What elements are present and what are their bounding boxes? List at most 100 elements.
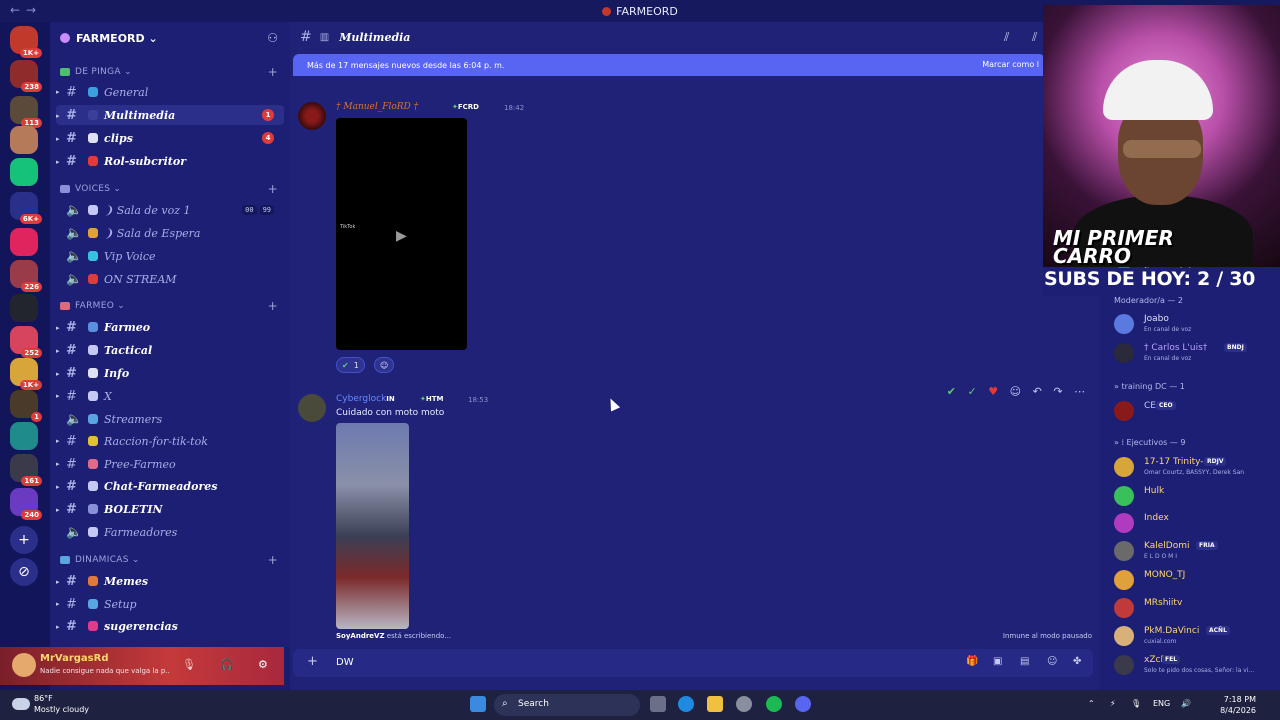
image-attachment[interactable]: [336, 423, 409, 629]
channel-item[interactable]: ▸ # Memes: [56, 571, 284, 591]
message-author[interactable]: CyberglockIN: [336, 394, 395, 404]
gif-icon[interactable]: ▣: [993, 656, 1002, 667]
server-icon[interactable]: [10, 158, 38, 186]
add-reaction-button[interactable]: ☺: [374, 357, 395, 373]
server-icon[interactable]: [10, 228, 38, 256]
channel-item[interactable]: ▸ # X: [56, 386, 284, 406]
heart-react-icon[interactable]: ♥: [988, 385, 998, 398]
file-explorer-icon[interactable]: [707, 696, 723, 712]
channel-item[interactable]: ▸ # General: [56, 82, 284, 102]
channel-item[interactable]: ▸ # Info: [56, 363, 284, 383]
mute-channel-icon[interactable]: ⫽: [1032, 30, 1037, 45]
avatar[interactable]: [12, 653, 36, 677]
add-server-icon[interactable]: +: [10, 526, 38, 554]
emoji-icon[interactable]: ☺: [1047, 656, 1057, 667]
check2-react-icon[interactable]: ✓: [968, 385, 977, 398]
channel-item[interactable]: 🔈 Streamers: [56, 409, 284, 429]
server-icon[interactable]: [10, 294, 38, 322]
channel-item[interactable]: 🔈 ON STREAM: [56, 269, 284, 289]
member-item[interactable]: MRshiitv: [1114, 595, 1276, 621]
create-channel-icon[interactable]: +: [268, 65, 278, 79]
channel-category[interactable]: FARMEO ⌄ +: [60, 299, 278, 313]
channel-item[interactable]: ▸ # BOLETIN: [56, 499, 284, 519]
settings-gear-icon[interactable]: ⚙: [258, 658, 268, 671]
threads-icon[interactable]: ⫽: [1004, 30, 1009, 45]
language-indicator[interactable]: ENG: [1153, 699, 1170, 708]
add-member-icon[interactable]: ⚇: [267, 31, 278, 45]
server-icon[interactable]: [10, 126, 38, 154]
member-item[interactable]: Hulk: [1114, 483, 1276, 509]
channel-item[interactable]: 🔈 Farmeadores: [56, 522, 284, 542]
message-composer[interactable]: + DW 🎁 ▣ ▤ ☺ ✤: [293, 649, 1093, 677]
task-view-icon[interactable]: [650, 696, 666, 712]
clock[interactable]: 7:18 PM 8/4/2026: [1208, 694, 1256, 716]
server-icon[interactable]: 1: [10, 390, 42, 422]
channel-item[interactable]: 🔈 ❩ Sala de Espera: [56, 223, 284, 243]
server-icon[interactable]: 226: [10, 260, 42, 292]
channel-category[interactable]: DE PINGA ⌄ +: [60, 65, 278, 79]
server-icon[interactable]: 1K+: [10, 26, 42, 58]
video-attachment[interactable]: TikTok ▶: [336, 118, 467, 350]
server-icon[interactable]: 240: [10, 488, 42, 520]
network-icon[interactable]: ⚡: [1110, 699, 1116, 708]
channel-category[interactable]: DINAMICAS ⌄ +: [60, 553, 278, 567]
channel-item[interactable]: ▸ # Chat-Farmeadores: [56, 476, 284, 496]
member-item[interactable]: PkM.DaVinci cuxial.com ACÑL: [1114, 623, 1276, 649]
obs-icon[interactable]: [736, 696, 752, 712]
server-icon[interactable]: 113: [10, 96, 42, 128]
server-icon[interactable]: [10, 422, 38, 450]
avatar[interactable]: [298, 394, 326, 422]
reply-icon[interactable]: ↶: [1033, 385, 1042, 398]
forward-icon[interactable]: ↷: [1053, 385, 1062, 398]
create-channel-icon[interactable]: +: [268, 182, 278, 196]
message-input[interactable]: DW: [336, 657, 354, 668]
channel-item[interactable]: 🔈 Vip Voice: [56, 246, 284, 266]
member-item[interactable]: 17-17 Trinity- Omar Courtz, BASSYY, Derek…: [1114, 454, 1276, 480]
server-icon[interactable]: 1K+: [10, 358, 42, 390]
add-reaction-icon[interactable]: ☺: [1010, 385, 1021, 398]
channel-item[interactable]: ▸ # Farmeo: [56, 317, 284, 337]
reaction-check[interactable]: ✔ 1: [336, 357, 365, 373]
channel-item[interactable]: ▸ # Pree-Farmeo: [56, 454, 284, 474]
more-icon[interactable]: ⋯: [1074, 385, 1085, 398]
apps-icon[interactable]: ✤: [1073, 656, 1081, 667]
message-author[interactable]: † Manuel_FloRD †: [336, 102, 418, 112]
start-icon[interactable]: [470, 696, 486, 712]
discover-icon[interactable]: ⊘: [10, 558, 38, 586]
channel-item[interactable]: ▸ # Multimedia 1: [56, 105, 284, 125]
member-item[interactable]: Index: [1114, 510, 1276, 536]
play-icon[interactable]: ▶: [396, 228, 407, 244]
channel-item[interactable]: ▸ # Tactical: [56, 340, 284, 360]
guild-header[interactable]: FARMEORD ⌄ ⚇: [50, 22, 290, 54]
channel-item[interactable]: ▸ # Setup: [56, 594, 284, 614]
gift-icon[interactable]: 🎁: [966, 656, 978, 667]
discord-icon[interactable]: [795, 696, 811, 712]
avatar[interactable]: [298, 102, 326, 130]
create-channel-icon[interactable]: +: [268, 299, 278, 313]
deafen-icon[interactable]: 🎧: [220, 658, 234, 671]
member-item[interactable]: xZcPx Solo te pido dos cosas, Señor: la v…: [1114, 652, 1276, 678]
mute-icon[interactable]: 🎙: [182, 658, 196, 671]
channel-item[interactable]: 🔈 ❩ Sala de voz 1 00 99: [56, 200, 284, 220]
edge-icon[interactable]: [678, 696, 694, 712]
upload-plus-icon[interactable]: +: [307, 654, 318, 669]
check-react-icon[interactable]: ✔: [947, 385, 956, 398]
channel-category[interactable]: VOICES ⌄ +: [60, 182, 278, 196]
taskbar-search[interactable]: ⌕ Search: [494, 694, 640, 716]
member-item[interactable]: † Carlos L'uis† En canal de voz BNDJ: [1114, 340, 1276, 366]
volume-icon[interactable]: 🔊: [1181, 699, 1191, 708]
server-icon[interactable]: 6K+: [10, 192, 42, 224]
mic-icon[interactable]: 🎙: [1131, 699, 1141, 708]
server-icon[interactable]: 238: [10, 60, 42, 92]
mark-read-button[interactable]: Marcar como l: [982, 60, 1039, 69]
member-item[interactable]: KalelDomi E L D O M I FRIA: [1114, 538, 1276, 564]
member-item[interactable]: CEO CEO: [1114, 398, 1276, 424]
channel-item[interactable]: ▸ # clips 4: [56, 128, 284, 148]
tray-chevron-icon[interactable]: ⌃: [1088, 699, 1095, 708]
sticker-icon[interactable]: ▤: [1020, 656, 1029, 667]
channel-item[interactable]: ▸ # Rol-subcritor: [56, 151, 284, 171]
create-channel-icon[interactable]: +: [268, 553, 278, 567]
server-icon[interactable]: 252: [10, 326, 42, 358]
channel-item[interactable]: ▸ # sugerencias: [56, 616, 284, 636]
member-item[interactable]: Joabo En canal de voz: [1114, 311, 1276, 337]
